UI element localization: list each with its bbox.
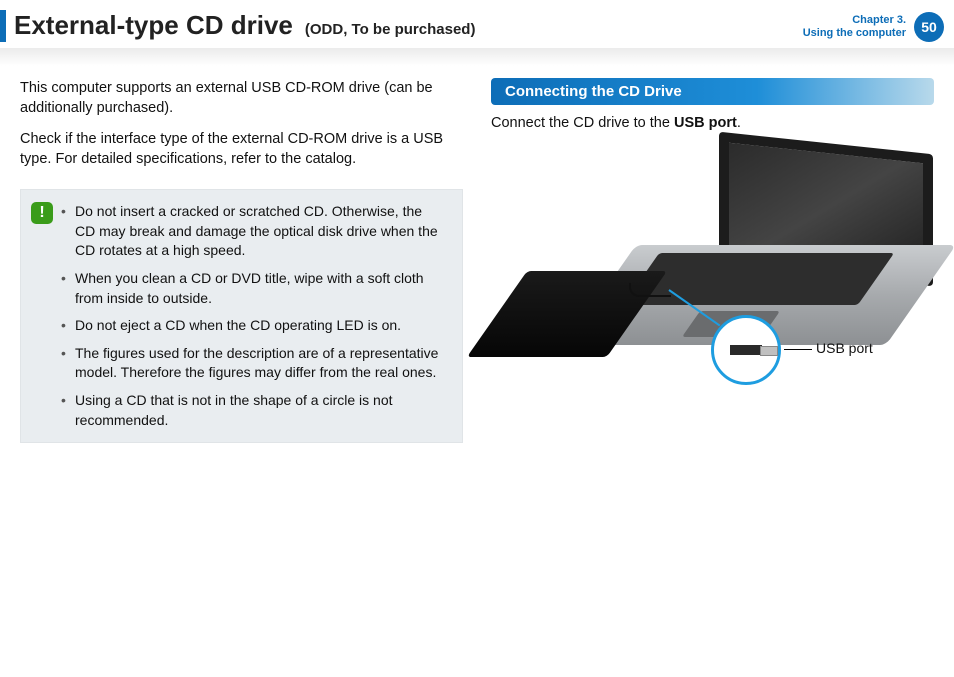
usb-port-label: USB port (816, 340, 873, 356)
caution-item: Do not eject a CD when the CD operating … (61, 316, 446, 336)
page-title: External-type CD drive (14, 10, 293, 41)
chapter-number: Chapter 3. (803, 14, 906, 27)
usb-label-leader (784, 349, 812, 350)
intro-paragraph-1: This computer supports an external USB C… (20, 78, 463, 119)
content-area: This computer supports an external USB C… (0, 66, 954, 443)
caution-item: When you clean a CD or DVD title, wipe w… (61, 269, 446, 308)
laptop-keyboard-shape (623, 253, 894, 305)
page-number-badge: 50 (914, 12, 944, 42)
chapter-title: Using the computer (803, 27, 906, 40)
chapter-text: Chapter 3. Using the computer (803, 14, 906, 40)
page-header: External-type CD drive (ODD, To be purch… (0, 0, 954, 42)
header-shadow (0, 48, 954, 66)
title-accent-bar (0, 10, 6, 42)
caution-item: Do not insert a cracked or scratched CD.… (61, 202, 446, 261)
caution-list: Do not insert a cracked or scratched CD.… (61, 202, 446, 430)
page-subtitle: (ODD, To be purchased) (305, 21, 476, 38)
connect-text-post: . (737, 115, 741, 131)
chapter-block: Chapter 3. Using the computer 50 (803, 12, 944, 42)
connect-text-pre: Connect the CD drive to the (491, 115, 674, 131)
usb-cable-shape (629, 283, 671, 297)
section-header: Connecting the CD Drive (491, 78, 934, 105)
title-block: External-type CD drive (ODD, To be purch… (14, 10, 475, 41)
left-column: This computer supports an external USB C… (20, 78, 463, 443)
connection-figure: USB port (491, 145, 931, 395)
caution-item: The figures used for the description are… (61, 344, 446, 383)
caution-icon: ! (31, 202, 53, 224)
connect-text-bold: USB port (674, 115, 737, 131)
intro-paragraph-2: Check if the interface type of the exter… (20, 129, 463, 170)
usb-plug-icon (730, 345, 762, 355)
caution-box: ! Do not insert a cracked or scratched C… (20, 189, 463, 443)
caution-item: Using a CD that is not in the shape of a… (61, 391, 446, 430)
connect-instruction: Connect the CD drive to the USB port. (491, 115, 934, 131)
right-column: Connecting the CD Drive Connect the CD d… (491, 78, 934, 443)
usb-callout-circle (711, 315, 781, 385)
